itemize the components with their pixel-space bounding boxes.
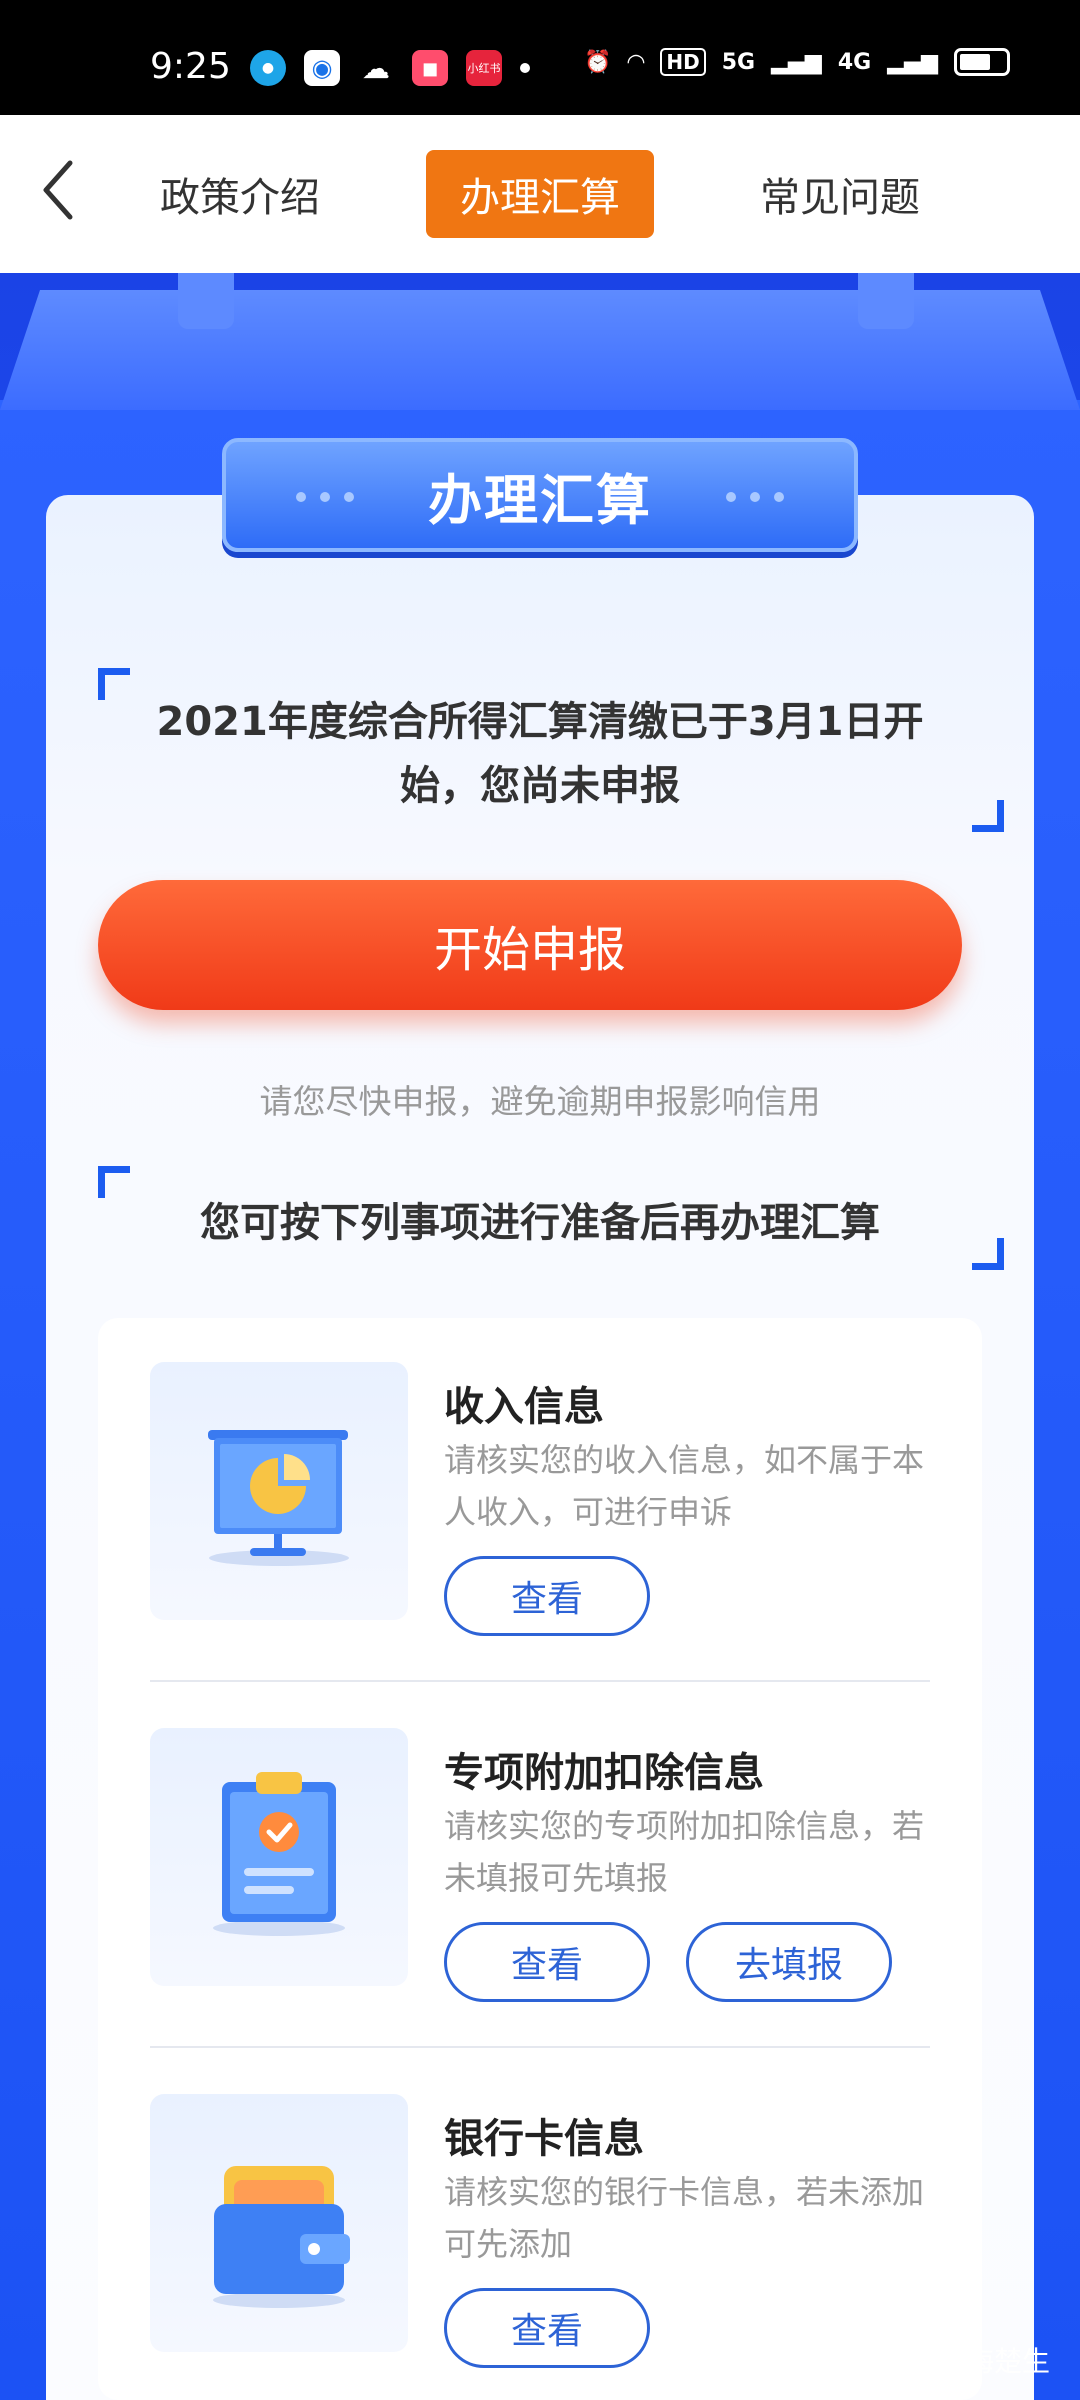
browser-icon: ◉ [304, 50, 340, 86]
item-desc: 请核实您的收入信息，如不属于本人收入，可进行申诉 [444, 1441, 925, 1531]
list-item-income: 收入信息 请核实您的收入信息，如不属于本人收入，可进行申诉 查看 [150, 1362, 930, 1636]
signal-icon: ▂▄▆ [771, 49, 822, 75]
tab-process-settlement[interactable]: 办理汇算 [426, 150, 654, 238]
item-title: 专项附加扣除信息 [444, 1750, 764, 1796]
signal-4g: 4G [837, 49, 872, 75]
more-notifications-icon [520, 63, 530, 73]
notification-icons: ● ◉ ☁ ◼ 小红书 [250, 50, 530, 86]
wifi-icon: ◠ [627, 49, 645, 75]
banner-dots [726, 492, 784, 502]
deduction-illustration [150, 1728, 408, 1986]
deduction-view-button[interactable]: 查看 [444, 1922, 650, 2002]
tab-policy-intro[interactable]: 政策介绍 [140, 150, 340, 238]
signal-5g: 5G [721, 49, 756, 75]
corner-mark [972, 800, 1004, 832]
income-view-button[interactable]: 查看 [444, 1556, 650, 1636]
divider [150, 2046, 930, 2048]
battery-icon [954, 48, 1010, 76]
item-title: 银行卡信息 [444, 2116, 644, 2162]
wechat-icon: ☁ [358, 50, 394, 86]
banner: 办理汇算 [222, 438, 858, 552]
bank-card-illustration [150, 2094, 408, 2352]
items-card: 收入信息 请核实您的收入信息，如不属于本人收入，可进行申诉 查看 专项附加扣除信… [98, 1318, 982, 2400]
item-desc: 请核实您的专项附加扣除信息，若未填报可先填报 [444, 1807, 925, 1897]
banner-title: 办理汇算 [428, 468, 652, 532]
deduction-fill-button[interactable]: 去填报 [686, 1922, 892, 2002]
hd-badge: HD [660, 48, 706, 76]
banner-dots [296, 492, 354, 502]
app-icon: ◼ [412, 50, 448, 86]
status-bar: 9:25 ● ◉ ☁ ◼ 小红书 ⏰ ◠ HD 5G ▂▄▆ 4G ▂▄▆ [0, 0, 1080, 115]
start-filing-button[interactable]: 开始申报 [98, 880, 962, 1010]
frame-top [0, 290, 1080, 410]
frame-hook [178, 273, 234, 329]
xiaohongshu-icon: 小红书 [466, 50, 502, 86]
hint-text: 请您尽快申报，避免逾期申报影响信用 [259, 1082, 821, 1121]
top-nav: 政策介绍 办理汇算 常见问题 [0, 115, 1080, 273]
status-time: 9:25 [150, 46, 231, 87]
signal-icon: ▂▄▆ [887, 49, 938, 75]
status-right: ⏰ ◠ HD 5G ▂▄▆ 4G ▂▄▆ [584, 48, 1010, 76]
frame-hook [858, 273, 914, 329]
divider [150, 1680, 930, 1682]
list-item-deduction: 专项附加扣除信息 请核实您的专项附加扣除信息，若未填报可先填报 查看 去填报 [150, 1728, 930, 2002]
clipboard-check-icon [213, 1772, 345, 1936]
back-arrow-icon[interactable] [38, 157, 78, 223]
corner-mark [98, 668, 130, 700]
tab-faq[interactable]: 常见问题 [740, 150, 940, 238]
notice-text: 2021年度综合所得汇算清缴已于3月1日开始，您尚未申报 [156, 699, 924, 809]
watermark: 头条 @书海楚生 [845, 2345, 1050, 2378]
prep-title: 您可按下列事项进行准备后再办理汇算 [200, 1200, 880, 1246]
bank-card-view-button[interactable]: 查看 [444, 2288, 650, 2368]
list-item-bank-card: 银行卡信息 请核实您的银行卡信息，若未添加可先添加 查看 [150, 2094, 930, 2368]
alarm-icon: ⏰ [584, 49, 612, 75]
item-title: 收入信息 [444, 1384, 604, 1430]
income-illustration [150, 1362, 408, 1620]
presentation-chart-icon [208, 1430, 349, 1566]
wallet-icon [213, 2166, 350, 2308]
corner-mark [972, 1238, 1004, 1270]
item-desc: 请核实您的银行卡信息，若未添加可先添加 [444, 2173, 925, 2263]
qq-icon: ● [250, 50, 286, 86]
